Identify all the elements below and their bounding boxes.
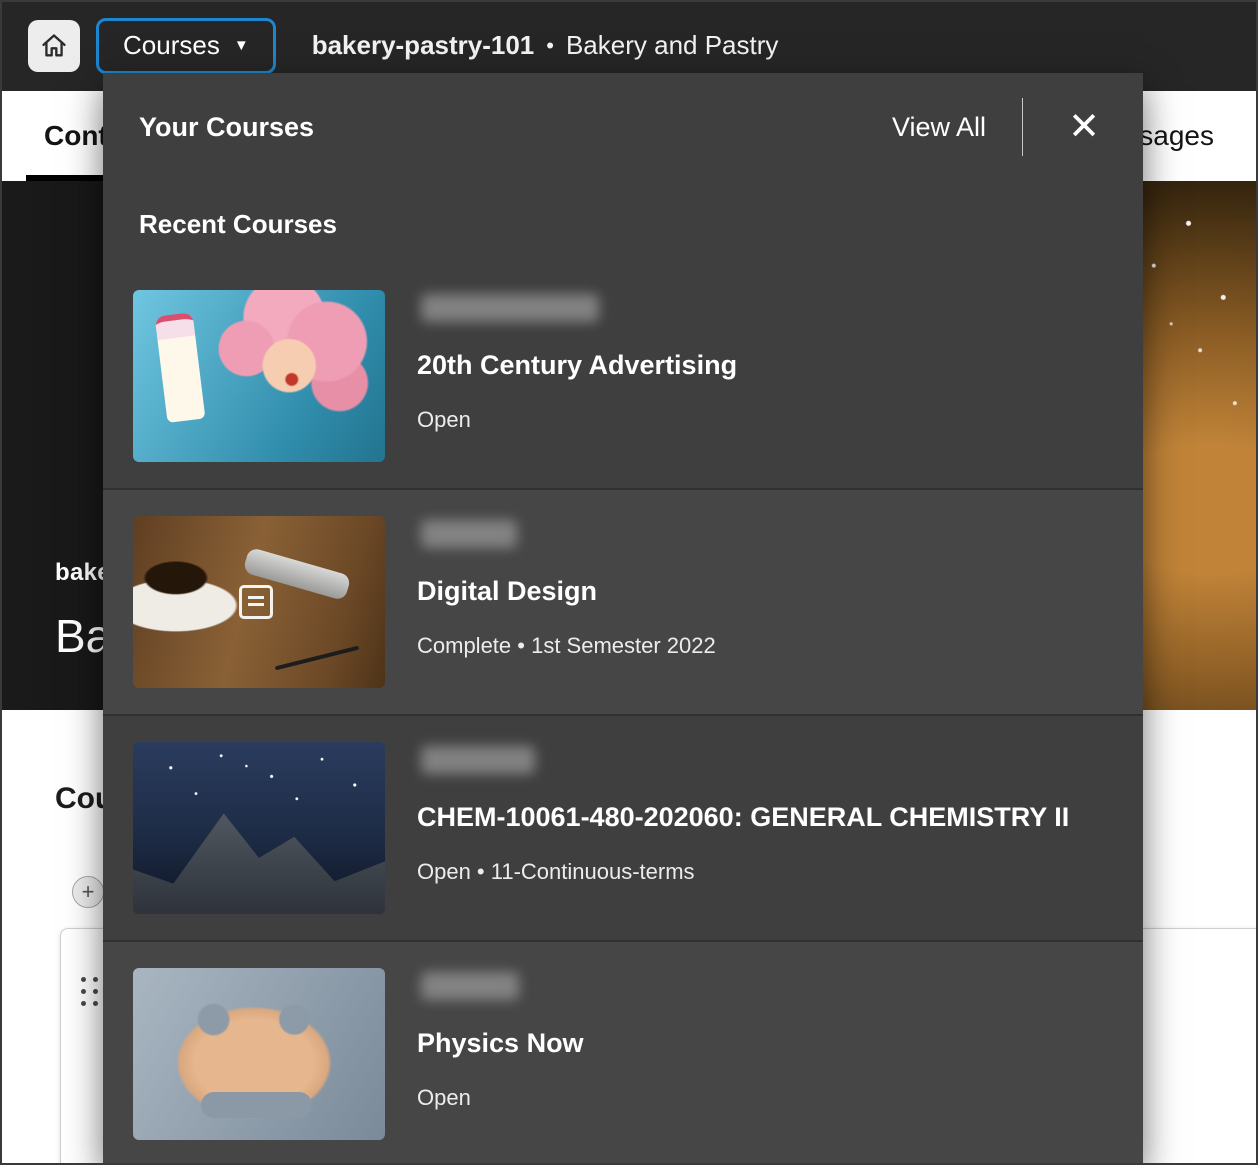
- add-content-button[interactable]: +: [72, 876, 104, 908]
- home-button[interactable]: [28, 20, 80, 72]
- drag-handle-icon[interactable]: [81, 977, 98, 1006]
- plus-icon: +: [82, 881, 95, 903]
- recent-courses-heading: Recent Courses: [103, 181, 1143, 264]
- course-thumbnail-physics: [133, 968, 385, 1140]
- chevron-down-icon: ▼: [234, 38, 249, 53]
- courses-panel-header: Your Courses View All ✕: [103, 73, 1143, 181]
- home-icon: [40, 32, 68, 60]
- course-info: CHEM-10061-480-202060: GENERAL CHEMISTRY…: [417, 742, 1069, 885]
- course-thumbnail-chemistry: [133, 742, 385, 914]
- course-list-item[interactable]: CHEM-10061-480-202060: GENERAL CHEMISTRY…: [103, 714, 1143, 940]
- header-divider: [1022, 98, 1023, 156]
- courses-menu-button[interactable]: Courses ▼: [96, 18, 276, 74]
- breadcrumb: bakery-pastry-101 • Bakery and Pastry: [312, 30, 779, 61]
- blurred-course-id-badge: [421, 294, 599, 322]
- course-status: Open: [417, 407, 737, 433]
- panel-title: Your Courses: [139, 112, 314, 143]
- course-title: Digital Design: [417, 576, 716, 607]
- breadcrumb-course-title: Bakery and Pastry: [566, 30, 778, 61]
- course-status: Open: [417, 1085, 584, 1111]
- course-info: Digital Design Complete • 1st Semester 2…: [417, 516, 716, 659]
- course-status: Complete • 1st Semester 2022: [417, 633, 716, 659]
- blurred-course-id-badge: [421, 520, 517, 548]
- close-panel-button[interactable]: ✕: [1061, 104, 1107, 150]
- course-info: Physics Now Open: [417, 968, 584, 1111]
- view-all-link[interactable]: View All: [892, 112, 986, 143]
- course-thumbnail-advertising: [133, 290, 385, 462]
- course-thumbnail-digital-design: [133, 516, 385, 688]
- close-icon: ✕: [1068, 108, 1100, 146]
- course-info: 20th Century Advertising Open: [417, 290, 737, 433]
- recent-course-list: 20th Century Advertising Open Digital De…: [103, 264, 1143, 1165]
- breadcrumb-separator: •: [546, 33, 554, 59]
- course-list-item[interactable]: 20th Century Advertising Open: [103, 264, 1143, 488]
- breadcrumb-course-id: bakery-pastry-101: [312, 30, 535, 61]
- course-status: Open • 11-Continuous-terms: [417, 859, 1069, 885]
- course-title: 20th Century Advertising: [417, 350, 737, 381]
- course-list-item[interactable]: Digital Design Complete • 1st Semester 2…: [103, 488, 1143, 714]
- course-title: Physics Now: [417, 1028, 584, 1059]
- courses-menu-label: Courses: [123, 30, 220, 61]
- course-list-item[interactable]: Physics Now Open: [103, 940, 1143, 1165]
- blurred-course-id-badge: [421, 972, 519, 1000]
- document-icon: [239, 585, 273, 619]
- courses-dropdown-panel: Your Courses View All ✕ Recent Courses 2…: [103, 73, 1143, 1165]
- blurred-course-id-badge: [421, 746, 535, 774]
- course-title: CHEM-10061-480-202060: GENERAL CHEMISTRY…: [417, 802, 1069, 833]
